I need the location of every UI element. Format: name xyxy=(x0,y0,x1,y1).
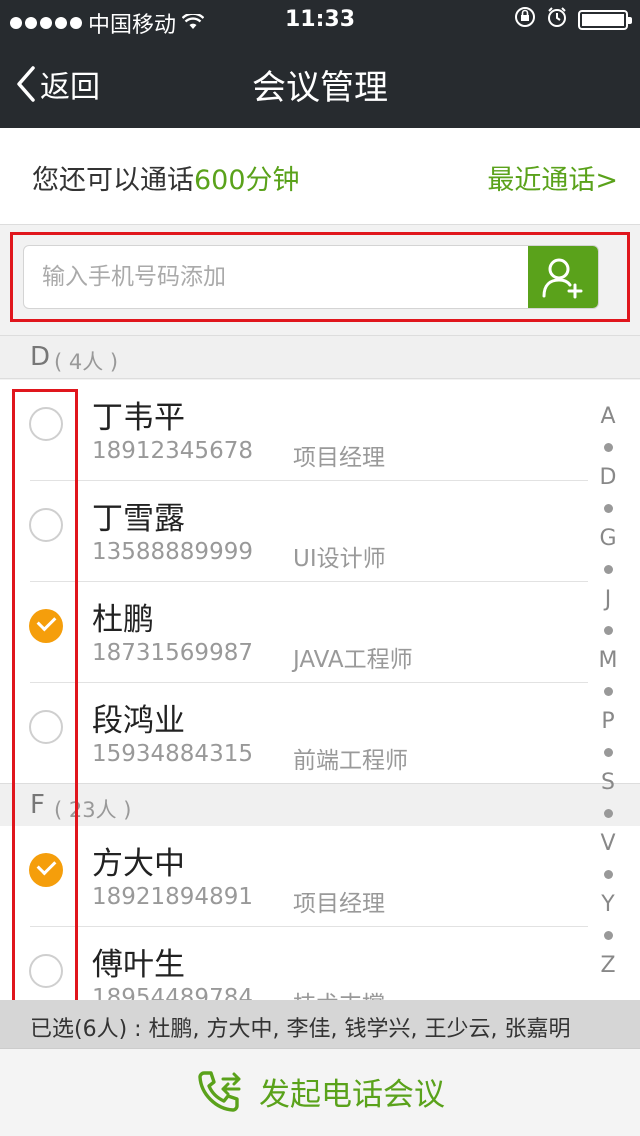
contact-phone: 13588889999 xyxy=(92,539,253,565)
contact-role: 项目经理 xyxy=(293,445,385,471)
contact-row[interactable]: 丁雪露 13588889999 UI设计师 xyxy=(0,481,640,582)
index-dot xyxy=(603,504,613,513)
contact-row[interactable]: 段鸿业 15934884315 前端工程师 xyxy=(0,683,640,784)
minutes-prefix: 您还可以通话 xyxy=(32,165,194,196)
contact-row[interactable]: 傅叶生 18954489784 技术支撑 xyxy=(0,927,640,1000)
minutes-remaining: 您还可以通话600分钟 xyxy=(32,158,300,197)
section-header-f: F ( 23人 ) xyxy=(0,783,640,827)
selected-summary-bar: 已选(6人) : 杜鹏, 方大中, 李佳, 钱学兴, 王少云, 张嘉明 xyxy=(0,1000,640,1048)
index-dot xyxy=(603,870,613,879)
index-letter-p[interactable]: P xyxy=(601,707,614,737)
index-letter-a[interactable]: A xyxy=(600,402,615,432)
add-contact-button[interactable] xyxy=(528,246,598,308)
contact-role: 技术支撑 xyxy=(293,985,385,1000)
contact-row[interactable]: 丁韦平 18912345678 项目经理 xyxy=(0,380,640,481)
start-call-label: 发起电话会议 xyxy=(259,1076,445,1113)
index-dot xyxy=(603,809,613,818)
index-dot xyxy=(603,565,613,574)
contact-name: 傅叶生 xyxy=(92,947,185,983)
search-highlight-frame xyxy=(10,232,630,322)
contact-phone: 18954489784 xyxy=(92,985,253,1000)
bottom-bar: 发起电话会议 xyxy=(0,1048,640,1136)
selected-summary: 已选(6人) : 杜鹏, 方大中, 李佳, 钱学兴, 王少云, 张嘉明 xyxy=(30,1017,571,1042)
index-letter-m[interactable]: M xyxy=(599,646,618,676)
minutes-value: 600分钟 xyxy=(194,165,300,196)
contact-row[interactable]: 杜鹏 18731569987 JAVA工程师 xyxy=(0,582,640,683)
contact-name: 段鸿业 xyxy=(92,703,185,739)
nav-bar: 返回 会议管理 xyxy=(0,40,640,128)
recent-calls-link[interactable]: 最近通话> xyxy=(487,158,618,197)
contact-phone: 18912345678 xyxy=(92,438,253,464)
index-letter-v[interactable]: V xyxy=(600,829,615,859)
index-dot xyxy=(603,687,613,696)
index-letter-z[interactable]: Z xyxy=(600,951,615,981)
index-letter-d[interactable]: D xyxy=(600,463,617,493)
index-letter-g[interactable]: G xyxy=(599,524,616,554)
section-count: ( 4人 ) xyxy=(54,350,119,374)
alphabet-index[interactable]: A D G J M P S V Y Z xyxy=(590,402,626,981)
contact-phone: 18731569987 xyxy=(92,640,253,666)
section-header-d-visible: D ( 4人 ) xyxy=(0,335,640,379)
page-title: 会议管理 xyxy=(252,68,388,108)
index-dot xyxy=(603,443,613,452)
selection-column-highlight xyxy=(12,389,78,1007)
contact-name: 方大中 xyxy=(92,846,185,882)
contact-role: 项目经理 xyxy=(293,891,385,917)
contact-name: 丁雪露 xyxy=(92,501,185,537)
contact-name: 丁韦平 xyxy=(92,400,185,436)
contact-row[interactable]: 方大中 18921894891 项目经理 xyxy=(0,826,640,927)
index-letter-j[interactable]: J xyxy=(605,585,612,615)
contact-role: 前端工程师 xyxy=(293,748,408,774)
phone-search-box xyxy=(23,245,599,309)
index-letter-y[interactable]: Y xyxy=(601,890,614,920)
contact-name: 杜鹏 xyxy=(92,602,154,638)
phone-number-input[interactable] xyxy=(24,246,524,308)
minutes-row: 您还可以通话600分钟 最近通话> xyxy=(0,128,640,225)
phone-call-icon xyxy=(198,1071,241,1112)
contact-list[interactable]: D ( 4人 ) 丁韦平 18912345678 项目经理 丁雪露 135888… xyxy=(0,379,640,1000)
section-letter: D xyxy=(30,342,51,372)
alarm-icon xyxy=(546,6,568,34)
add-contact-icon xyxy=(542,258,583,299)
index-dot xyxy=(603,931,613,940)
index-dot xyxy=(603,748,613,757)
status-bar: 中国移动 11:33 xyxy=(0,0,640,40)
contact-role: UI设计师 xyxy=(293,546,386,572)
contact-phone: 15934884315 xyxy=(92,741,253,767)
index-dot xyxy=(603,626,613,635)
contact-role: JAVA工程师 xyxy=(293,647,413,673)
rotation-lock-icon xyxy=(514,6,536,34)
contact-phone: 18921894891 xyxy=(92,884,253,910)
battery-icon xyxy=(578,10,632,30)
index-letter-s[interactable]: S xyxy=(601,768,615,798)
start-call-button[interactable]: 发起电话会议 xyxy=(0,1067,640,1115)
